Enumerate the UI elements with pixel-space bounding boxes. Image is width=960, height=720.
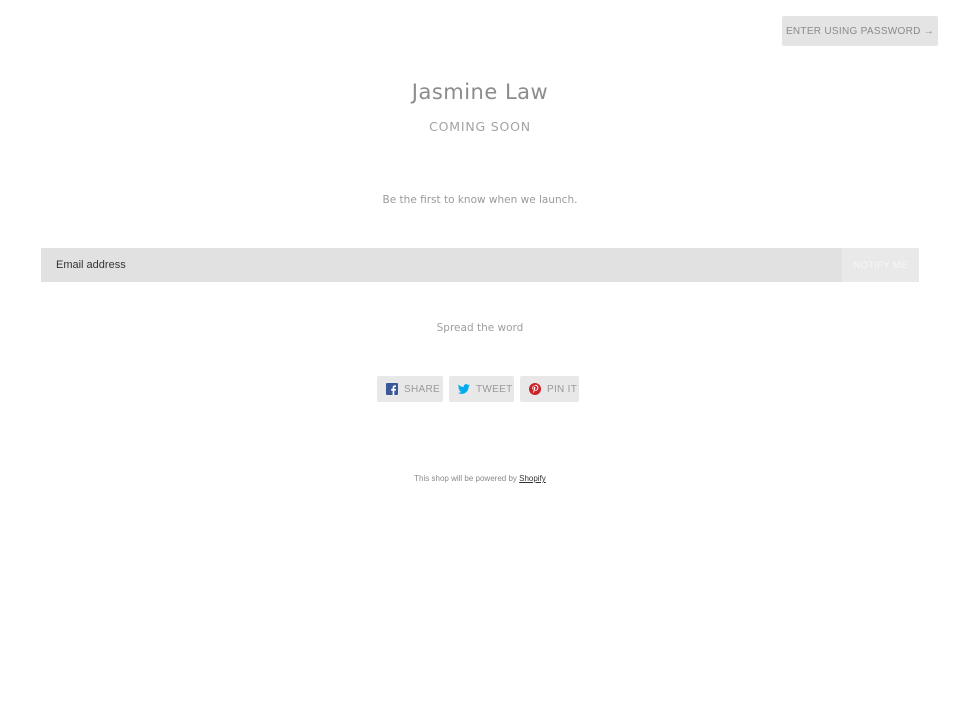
powered-by-text: This shop will be powered by xyxy=(414,474,517,483)
coming-soon-subtitle: COMING SOON xyxy=(429,119,531,134)
share-label: SHARE xyxy=(404,383,440,395)
twitter-tweet-button[interactable]: TWEET xyxy=(449,376,514,402)
spread-the-word-heading: Spread the word xyxy=(436,322,524,334)
email-input[interactable] xyxy=(41,248,842,282)
notify-me-button[interactable]: NOTIFY ME xyxy=(842,248,919,282)
twitter-icon xyxy=(458,383,470,395)
pinterest-pin-button[interactable]: PIN IT xyxy=(520,376,579,402)
enter-using-password-button[interactable]: ENTER USING PASSWORD → xyxy=(782,16,938,46)
newsletter-signup-form: NOTIFY ME xyxy=(41,248,919,282)
powered-by-footer: This shop will be powered by Shopify xyxy=(0,474,960,483)
pinterest-icon xyxy=(529,383,541,395)
password-page: ENTER USING PASSWORD → Jasmine Law COMIN… xyxy=(0,0,960,720)
facebook-share-button[interactable]: SHARE xyxy=(377,376,443,402)
tweet-label: TWEET xyxy=(476,383,513,395)
facebook-icon xyxy=(386,383,398,395)
pin-it-label: PIN IT xyxy=(547,383,578,395)
launch-tagline: Be the first to know when we launch. xyxy=(382,194,578,206)
shop-title: Jasmine Law xyxy=(411,80,549,104)
shopify-link[interactable]: Shopify xyxy=(519,474,546,483)
